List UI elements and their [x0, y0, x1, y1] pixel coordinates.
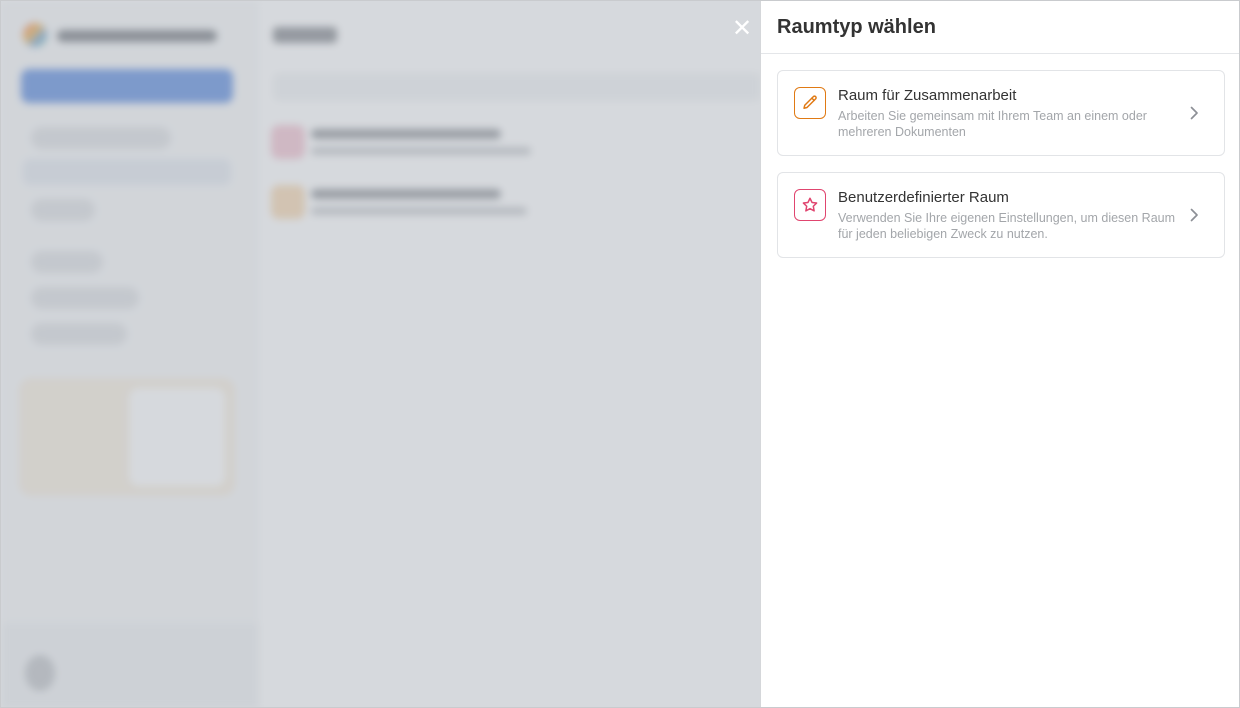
- window: ✕ Raumtyp wählen Raum für Zusammenarbeit…: [0, 0, 1240, 708]
- chevron-right-icon: [1190, 106, 1198, 120]
- option-description: Verwenden Sie Ihre eigenen Einstellungen…: [838, 211, 1176, 241]
- option-collaboration-room[interactable]: Raum für Zusammenarbeit Arbeiten Sie gem…: [777, 70, 1225, 156]
- panel-title: Raumtyp wählen: [777, 15, 936, 38]
- room-type-panel: Raumtyp wählen Raum für Zusammenarbeit A…: [760, 1, 1239, 707]
- pencil-icon: [794, 87, 826, 119]
- close-icon[interactable]: ✕: [729, 14, 755, 42]
- option-description: Arbeiten Sie gemeinsam mit Ihrem Team an…: [838, 109, 1147, 139]
- panel-header: Raumtyp wählen: [761, 1, 1239, 54]
- option-title: Raum für Zusammenarbeit: [838, 87, 1017, 104]
- chevron-right-icon: [1190, 208, 1198, 222]
- star-icon: [794, 189, 826, 221]
- option-title: Benutzerdefinierter Raum: [838, 189, 1009, 206]
- option-custom-room[interactable]: Benutzerdefinierter Raum Verwenden Sie I…: [777, 172, 1225, 258]
- modal-overlay[interactable]: [1, 1, 760, 707]
